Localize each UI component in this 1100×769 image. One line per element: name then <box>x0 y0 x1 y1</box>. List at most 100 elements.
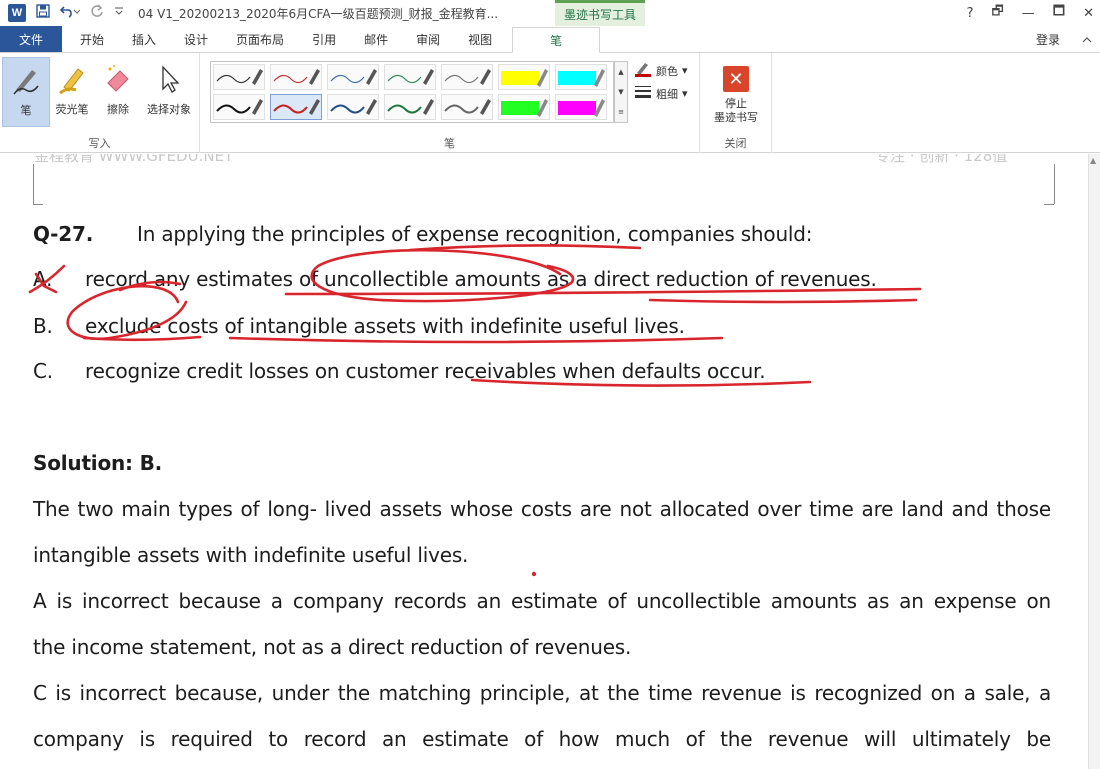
pen-preset[interactable] <box>555 64 607 90</box>
pen-preset[interactable] <box>384 64 436 90</box>
option-a: A. record any estimates of uncollectible … <box>33 267 877 291</box>
pen-preset[interactable] <box>327 64 379 90</box>
eraser-button[interactable]: 擦除 <box>94 57 142 127</box>
ribbon-display-icon[interactable]: 🗗 <box>992 2 1004 24</box>
vertical-scrollbar[interactable]: ▲ <box>1088 154 1100 769</box>
close-icon[interactable]: ✕ <box>1083 6 1094 21</box>
collapse-ribbon-icon[interactable] <box>1082 26 1092 53</box>
ink-stroke <box>228 336 724 344</box>
title-bar: W 04 V1_20200213_2020年6月CFA一级百题预测_财报_金程教… <box>0 0 1100 26</box>
color-icon <box>634 61 652 80</box>
solution-paragraph: A is incorrect because a company records… <box>33 589 1051 613</box>
gallery-more-icon[interactable]: ≡ <box>618 108 624 116</box>
quick-access-toolbar <box>36 4 124 22</box>
crop-mark-right-h <box>1044 204 1054 205</box>
tab-review[interactable]: 审阅 <box>402 26 454 52</box>
pen-thickness-button[interactable]: 粗细 ▾ <box>634 85 688 102</box>
tab-layout[interactable]: 页面布局 <box>222 26 298 52</box>
window-controls: ? 🗗 — 🗖 ✕ <box>967 0 1094 26</box>
tab-home[interactable]: 开始 <box>66 26 118 52</box>
pen-preset[interactable] <box>555 94 607 120</box>
solution-paragraph: C is incorrect because, under the matchi… <box>33 681 1051 705</box>
pen-color-button[interactable]: 颜色 ▾ <box>634 61 688 80</box>
scroll-up-icon[interactable]: ▲ <box>1090 156 1096 165</box>
chevron-down-icon: ▾ <box>682 87 688 100</box>
cursor-icon <box>151 61 187 97</box>
pen-preset[interactable] <box>327 94 379 120</box>
tab-pen[interactable]: 笔 <box>512 27 601 53</box>
header-left-text: 金程教育 WWW.GFEDU.NET <box>34 154 234 164</box>
pen-preset[interactable] <box>213 64 265 90</box>
stop-inking-button[interactable]: ✕ 停止 墨迹书写 <box>706 57 766 127</box>
chevron-down-icon: ▾ <box>682 64 688 77</box>
ink-dot <box>531 571 537 577</box>
ribbon-body: 笔 荧光笔 擦除 选择对象 写入 笔 ▲ ▼ ≡ 颜色 ▾ 粗细 ▾ ✕ 停止 … <box>0 53 1100 153</box>
gallery-up-icon[interactable]: ▲ <box>618 68 623 76</box>
sign-in-link[interactable]: 登录 <box>1036 26 1060 53</box>
thickness-icon <box>634 85 652 102</box>
ribbon-tabs: 文件 开始 插入 设计 页面布局 引用 邮件 审阅 视图 笔 登录 <box>0 26 1100 53</box>
gallery-scroll[interactable]: ▲ ▼ ≡ <box>614 61 628 123</box>
option-text: exclude costs of intangible assets with … <box>85 314 685 338</box>
word-app-icon[interactable]: W <box>8 4 26 22</box>
pen-gallery <box>210 61 614 123</box>
page-header: 金程教育 WWW.GFEDU.NET 专注 · 创新 · 128值 <box>0 154 1100 164</box>
pen-preset[interactable] <box>213 94 265 120</box>
pen-icon <box>8 62 44 98</box>
crop-mark-left-h <box>33 204 43 205</box>
close-group: ✕ 停止 墨迹书写 关闭 <box>700 53 772 153</box>
solution-title: Solution: B. <box>33 451 163 475</box>
pens-group-label: 笔 <box>444 137 455 150</box>
write-group: 笔 荧光笔 擦除 选择对象 写入 <box>0 53 200 153</box>
option-letter: B. <box>33 314 53 338</box>
redo-icon[interactable] <box>90 4 104 22</box>
help-icon[interactable]: ? <box>967 6 974 21</box>
close-group-label: 关闭 <box>724 137 747 150</box>
ink-stroke <box>408 244 642 252</box>
document-canvas[interactable]: 金程教育 WWW.GFEDU.NET 专注 · 创新 · 128值 Q-27. I… <box>0 154 1100 769</box>
pen-preset[interactable] <box>270 64 322 90</box>
minimize-icon[interactable]: — <box>1022 6 1035 21</box>
solution-paragraph: the income statement, not as a direct re… <box>33 635 632 659</box>
pen-preset[interactable] <box>498 94 550 120</box>
write-group-label: 写入 <box>88 137 111 150</box>
pen-button[interactable]: 笔 <box>2 57 50 127</box>
select-objects-button[interactable]: 选择对象 <box>142 57 196 127</box>
tab-mailings[interactable]: 邮件 <box>350 26 402 52</box>
ink-tools-context-tab: 墨迹书写工具 <box>555 0 645 26</box>
solution-paragraph: The two main types of long- lived assets… <box>33 497 1051 521</box>
stop-inking-icon: ✕ <box>723 66 749 92</box>
window-title: 04 V1_20200213_2020年6月CFA一级百题预测_财报_金程教育.… <box>138 6 499 21</box>
pen-preset[interactable] <box>498 64 550 90</box>
question-number: Q-27. <box>33 222 94 246</box>
option-letter: A. <box>33 267 53 291</box>
option-text: recognize credit losses on customer rece… <box>85 359 766 383</box>
option-text: record any estimates of uncollectible am… <box>85 267 877 291</box>
header-right-text: 专注 · 创新 · 128值 <box>875 154 1008 164</box>
highlighter-button[interactable]: 荧光笔 <box>48 57 96 127</box>
save-icon[interactable] <box>36 4 50 22</box>
gallery-down-icon[interactable]: ▼ <box>618 88 623 96</box>
option-letter: C. <box>33 359 53 383</box>
customize-qa-icon[interactable] <box>114 4 124 22</box>
pen-preset[interactable] <box>384 94 436 120</box>
option-b: B. exclude costs of intangible assets wit… <box>33 314 685 338</box>
pen-preset[interactable] <box>441 64 493 90</box>
ink-stroke <box>648 298 918 304</box>
crop-mark-left <box>33 164 34 204</box>
tab-view[interactable]: 视图 <box>454 26 506 52</box>
maximize-icon[interactable]: 🗖 <box>1053 2 1065 24</box>
pen-preset[interactable] <box>441 94 493 120</box>
question-line: Q-27. In applying the principles of expen… <box>33 222 813 246</box>
undo-icon[interactable] <box>59 4 81 22</box>
pen-preset[interactable] <box>270 94 322 120</box>
highlighter-icon <box>54 61 90 97</box>
solution-paragraph: company is required to record an estimat… <box>33 727 1051 751</box>
tab-insert[interactable]: 插入 <box>118 26 170 52</box>
tab-design[interactable]: 设计 <box>170 26 222 52</box>
tab-references[interactable]: 引用 <box>298 26 350 52</box>
tab-file[interactable]: 文件 <box>0 26 62 52</box>
ink-annotations <box>28 244 922 577</box>
option-c: C. recognize credit losses on customer re… <box>33 359 766 383</box>
crop-mark-right <box>1054 164 1055 204</box>
